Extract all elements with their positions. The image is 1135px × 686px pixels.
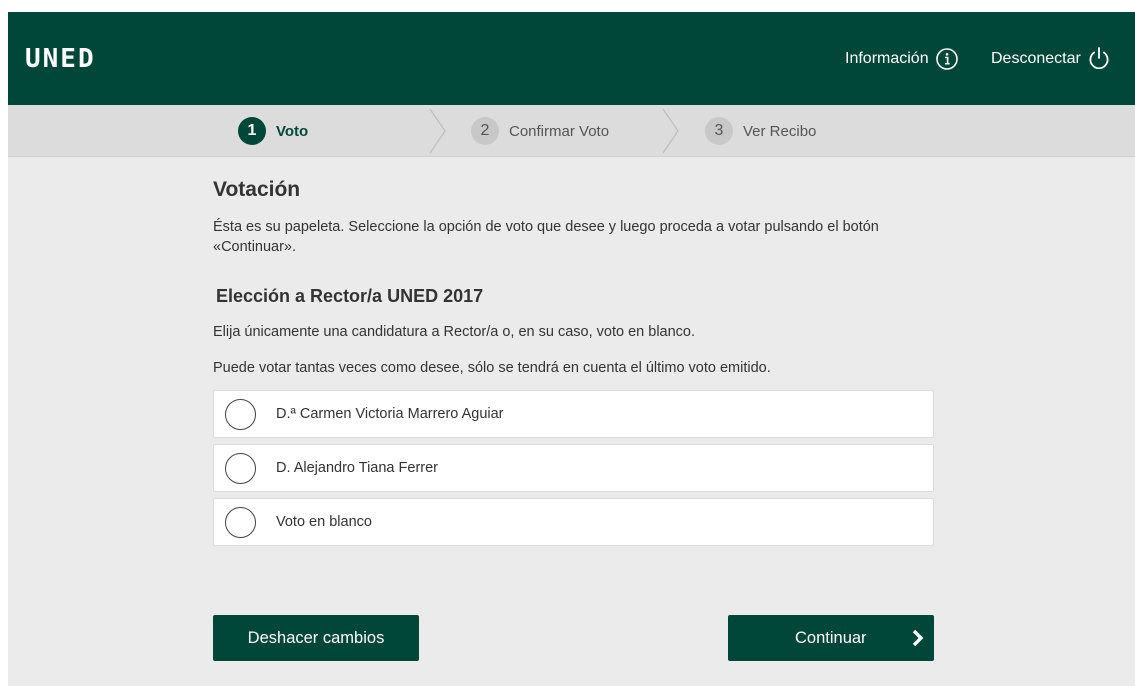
logout-label: Desconectar xyxy=(991,50,1081,67)
radio-button[interactable] xyxy=(225,399,256,430)
instruction-text: Elija únicamente una candidatura a Recto… xyxy=(213,324,696,340)
app-frame: UNED Información Desconectar 1 Voto 2 Co… xyxy=(8,12,1135,686)
ballot-options: D.ª Carmen Victoria Marrero Aguiar D. Al… xyxy=(213,390,934,552)
step-voto: 1 Voto xyxy=(238,117,308,145)
step-number: 2 xyxy=(471,117,499,145)
info-link[interactable]: Información xyxy=(845,45,959,73)
election-title: Elección a Rector/a UNED 2017 xyxy=(216,286,484,306)
step-label: Ver Recibo xyxy=(743,122,817,140)
option-label: D.ª Carmen Victoria Marrero Aguiar xyxy=(276,406,504,422)
logout-link[interactable]: Desconectar xyxy=(991,45,1111,73)
step-separator-icon xyxy=(662,108,679,154)
step-separator-icon xyxy=(429,108,446,154)
undo-changes-button[interactable]: Deshacer cambios xyxy=(213,615,419,661)
step-number: 3 xyxy=(705,117,733,145)
top-bar: UNED Información Desconectar xyxy=(8,12,1135,105)
step-number: 1 xyxy=(238,117,266,145)
intro-text: Ésta es su papeleta. Seleccione la opció… xyxy=(213,219,879,255)
page-title: Votación xyxy=(213,178,301,201)
step-label: Voto xyxy=(276,122,309,140)
uned-logo: UNED xyxy=(25,44,96,74)
ballot-option-blank[interactable]: Voto en blanco xyxy=(213,498,934,546)
continue-button[interactable]: Continuar xyxy=(728,615,934,661)
ballot-content: Votación Ésta es su papeleta. Seleccione… xyxy=(213,177,933,376)
step-progress-bar: 1 Voto 2 Confirmar Voto 3 Ver Recibo xyxy=(8,105,1135,157)
chevron-right-icon xyxy=(912,629,924,647)
radio-button[interactable] xyxy=(225,453,256,484)
ballot-option-tiana[interactable]: D. Alejandro Tiana Ferrer xyxy=(213,444,934,492)
ballot-option-marrero[interactable]: D.ª Carmen Victoria Marrero Aguiar xyxy=(213,390,934,438)
step-confirmar-voto: 2 Confirmar Voto xyxy=(471,117,609,145)
continue-label: Continuar xyxy=(795,628,867,647)
undo-label: Deshacer cambios xyxy=(247,628,385,647)
option-label: D. Alejandro Tiana Ferrer xyxy=(276,460,438,476)
step-label: Confirmar Voto xyxy=(509,122,610,140)
step-ver-recibo: 3 Ver Recibo xyxy=(705,117,816,145)
option-label: Voto en blanco xyxy=(276,514,372,530)
radio-button[interactable] xyxy=(225,507,256,538)
info-label: Información xyxy=(845,50,929,67)
instruction-text: Puede votar tantas veces como desee, sól… xyxy=(213,360,771,376)
power-icon xyxy=(1087,46,1111,72)
info-icon xyxy=(935,47,959,71)
